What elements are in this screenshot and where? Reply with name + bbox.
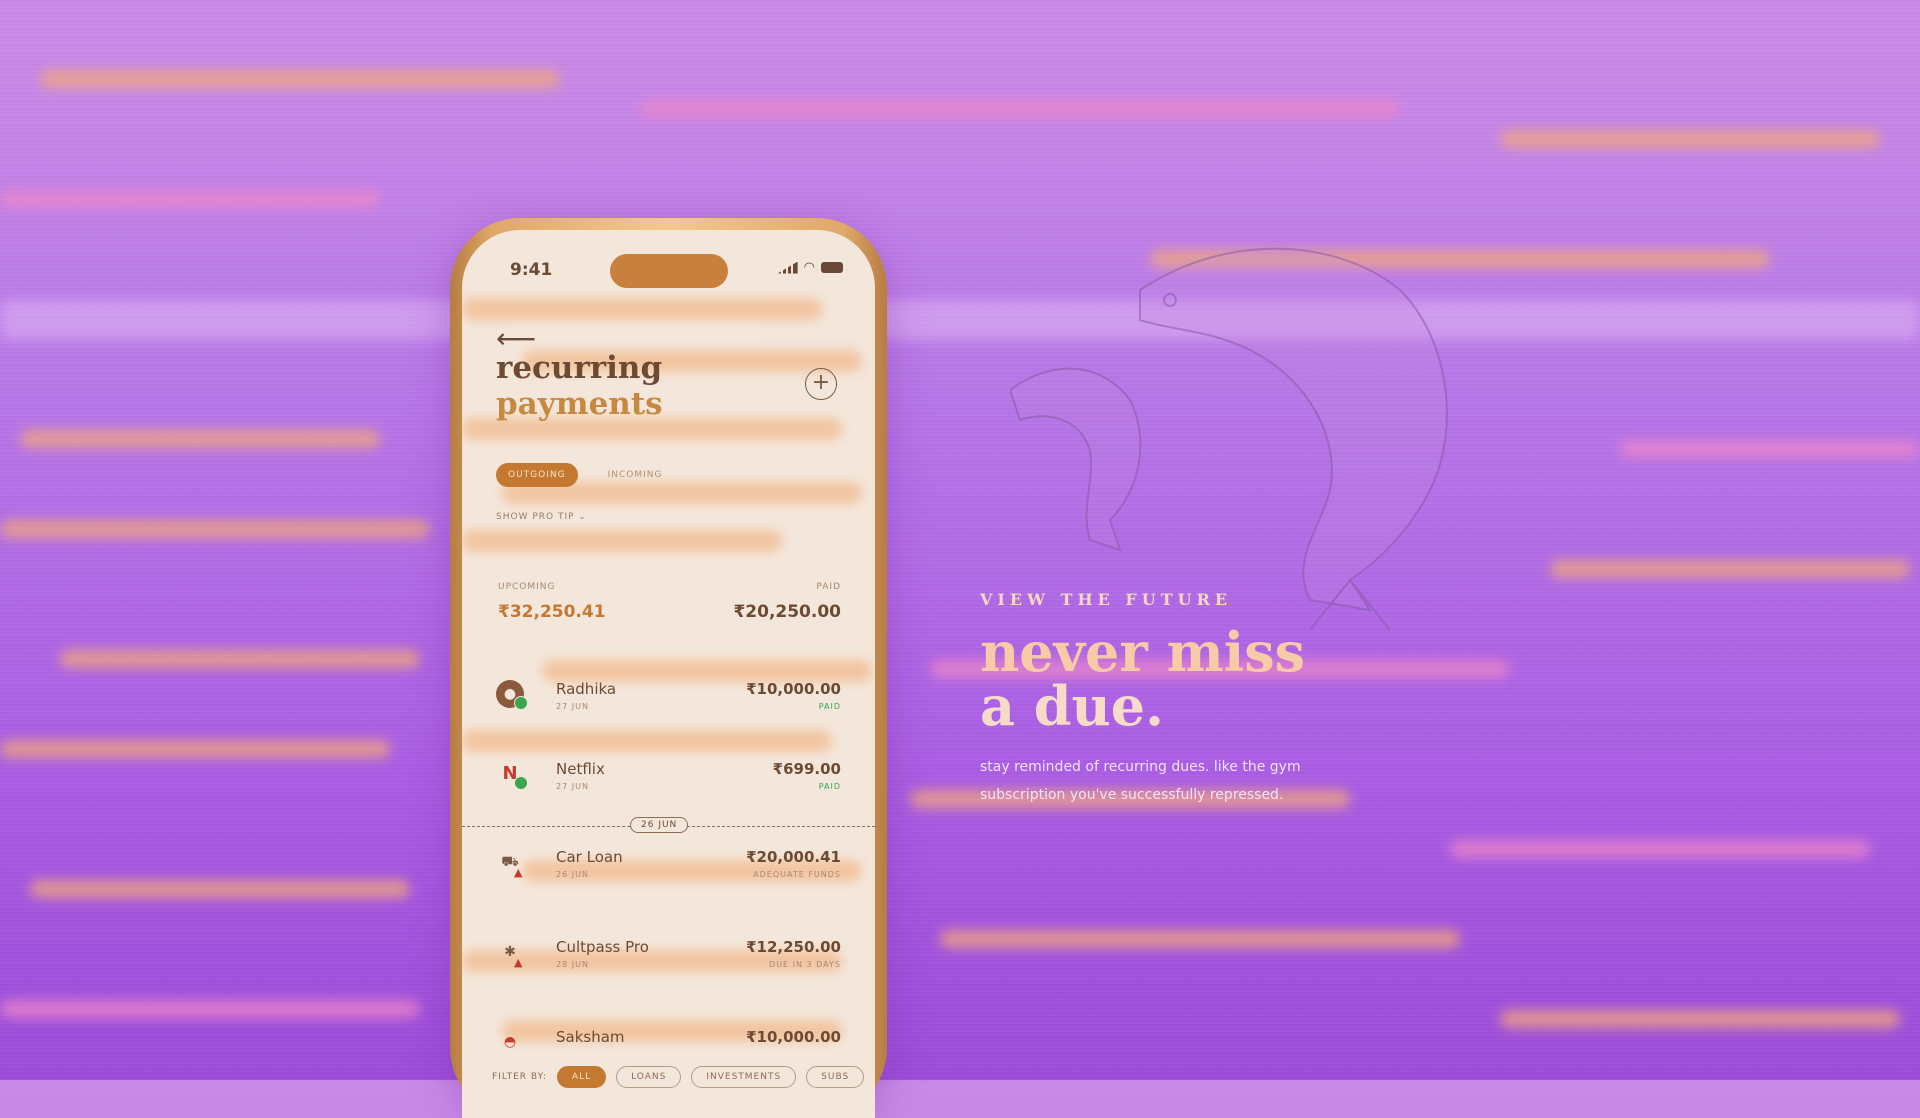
subtitle-line-1: stay reminded of recurring dues. like th… (980, 759, 1301, 775)
plus-icon[interactable]: + (805, 368, 837, 400)
hero-copy: VIEW THE FUTURE never miss a due. stay r… (980, 590, 1380, 809)
filter-chip-investments[interactable]: INVESTMENTS (691, 1066, 797, 1088)
payment-amount: ₹10,000.00 (746, 680, 841, 698)
summary-values: ₹32,250.41 ₹20,250.00 (498, 602, 841, 622)
warning-icon: ▲ (514, 956, 523, 969)
wifi-icon: ◠ (803, 260, 815, 275)
subtitle: stay reminded of recurring dues. like th… (980, 753, 1380, 809)
payment-name: Radhika (556, 680, 617, 698)
page-title: recurring payments (496, 350, 663, 422)
tab-incoming[interactable]: INCOMING (596, 463, 675, 487)
battery-icon (821, 262, 843, 273)
payment-amount: ₹20,000.41 (746, 848, 841, 866)
upcoming-label: UPCOMING (498, 582, 556, 592)
paid-check-icon (514, 696, 528, 710)
date-divider-label: 26 JUN (630, 817, 689, 833)
status-icons: ◠ (777, 260, 843, 275)
paid-label: PAID (816, 582, 841, 592)
payment-name: Saksham (556, 1028, 625, 1046)
tab-outgoing[interactable]: OUTGOING (496, 463, 578, 487)
payment-name: Netflix (556, 760, 605, 778)
payment-date: 26 JUN (556, 870, 589, 879)
title-line-1: recurring (496, 350, 663, 386)
paid-check-icon (514, 776, 528, 790)
signal-icon (777, 261, 798, 274)
payment-name: Car Loan (556, 848, 623, 866)
payment-date: 27 JUN (556, 782, 589, 791)
filter-chip-subs[interactable]: SUBS (806, 1066, 865, 1088)
headline-line-2: a due. (980, 674, 1164, 738)
eyebrow-text: VIEW THE FUTURE (980, 590, 1233, 609)
status-time: 9:41 (510, 260, 553, 280)
upcoming-value: ₹32,250.41 (498, 602, 606, 622)
payment-date: 28 JUN (556, 960, 589, 969)
subtitle-line-2: subscription you've successfully repress… (980, 787, 1284, 803)
payment-date: 27 JUN (556, 702, 589, 711)
show-pro-tip-toggle[interactable]: SHOW PRO TIP ⌄ (496, 512, 587, 522)
filter-bar: FILTER BY: ALL LOANS INVESTMENTS SUBS (492, 1066, 875, 1088)
payment-row-cultpass[interactable]: ✱ ▲ Cultpass Pro 28 JUN ₹12,250.00 DUE I… (492, 930, 841, 986)
payment-row-radhika[interactable]: ● Radhika 27 JUN ₹10,000.00 PAID (492, 672, 841, 728)
payment-status: ADEQUATE FUNDS (753, 870, 841, 879)
filter-label: FILTER BY: (492, 1072, 547, 1082)
payment-amount: ₹12,250.00 (746, 938, 841, 956)
background (0, 0, 1920, 1080)
payment-amount: ₹699.00 (772, 760, 841, 778)
avatar-icon: ◓ (503, 1034, 517, 1050)
phone-screen: 9:41 ◠ ⟵ recurring payments + OUTGOING I… (462, 230, 875, 1118)
headline-line-1: never miss (980, 620, 1306, 684)
dynamic-island (610, 254, 728, 288)
payment-row-car-loan[interactable]: ⛟ ▲ Car Loan 26 JUN ₹20,000.41 ADEQUATE … (492, 840, 841, 896)
warning-icon: ▲ (514, 866, 523, 879)
paid-value: ₹20,250.00 (733, 602, 841, 622)
filter-chip-loans[interactable]: LOANS (616, 1066, 682, 1088)
payment-status: DUE IN 3 DAYS (769, 960, 841, 969)
headline: never miss a due. (980, 625, 1380, 733)
tab-bar: OUTGOING INCOMING (496, 463, 674, 487)
payment-row-netflix[interactable]: N Netflix 27 JUN ₹699.00 PAID (492, 752, 841, 808)
payment-name: Cultpass Pro (556, 938, 649, 956)
title-line-2: payments (496, 386, 663, 422)
summary-labels: UPCOMING PAID (498, 582, 841, 592)
payment-status: PAID (818, 782, 841, 791)
leaping-fish-icon (1010, 247, 1448, 631)
filter-chip-all[interactable]: ALL (556, 1066, 607, 1088)
payment-amount: ₹10,000.00 (746, 1028, 841, 1046)
payment-status: PAID (818, 702, 841, 711)
phone-mockup: 9:41 ◠ ⟵ recurring payments + OUTGOING I… (450, 218, 887, 1118)
